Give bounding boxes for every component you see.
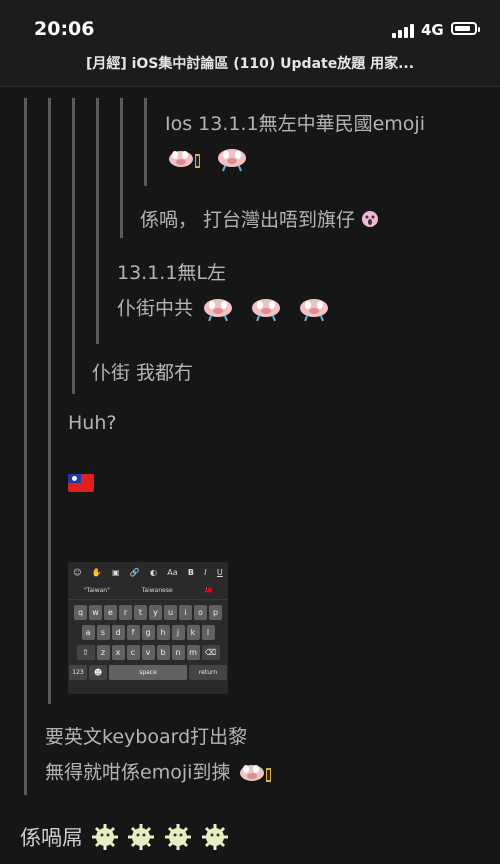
toolbar-icon: U [216, 567, 223, 577]
key: i [179, 605, 192, 620]
key: m [186, 645, 200, 660]
post-text: 仆街中共 [117, 296, 337, 322]
status-bar: 20:06 4G [0, 0, 500, 48]
post-text: 無得就咁係emoji到揀 [45, 760, 278, 786]
key: j [171, 625, 185, 640]
shift-key: ⇧ [76, 645, 95, 660]
post-text-content: 係喎， 打台灣出唔到旗仔 [140, 209, 356, 231]
return-key: return [189, 665, 227, 680]
space-key: space [109, 665, 187, 680]
key: c [126, 645, 140, 660]
toolbar-icon: 🔗 [129, 567, 140, 577]
thread-header[interactable]: [月經] iOS集中討論區 (110) Update放題 用家... [0, 48, 500, 87]
key: x [111, 645, 125, 660]
post-text-content: 係喎屌 [20, 826, 83, 850]
suggestion: Taiwanese [141, 587, 173, 594]
pig-emoji-icon [169, 151, 200, 168]
toolbar-icon: ◐ [150, 567, 158, 577]
quote-line-4 [96, 98, 99, 344]
post-text: Huh? [68, 412, 117, 434]
quote-line-5 [120, 98, 123, 238]
pig-emoji-icon [218, 149, 247, 172]
keyboard-suggestions: "Taiwan" Taiwanese 🇹🇼 [68, 582, 228, 600]
key: z [96, 645, 110, 660]
key: q [74, 605, 87, 620]
post-text: Ios 13.1.1無左中華民國emoji [165, 113, 425, 135]
key: k [186, 625, 200, 640]
pig-emoji-icon [204, 299, 233, 322]
key: d [111, 625, 125, 640]
key: y [149, 605, 162, 620]
key: f [126, 625, 140, 640]
virus-emoji-icon [201, 824, 228, 850]
signal-icon [392, 24, 416, 38]
pig-emoji-icon [240, 765, 272, 782]
key-row-4: 123 ☻ space return [68, 665, 228, 680]
key: e [104, 605, 117, 620]
taiwan-flag-icon [68, 474, 94, 492]
keyboard-toolbar: ☺ ✋ ▣ 🔗 ◐ Aa B I U [68, 562, 228, 582]
network-type: 4G [421, 21, 444, 39]
quote-line-3 [72, 98, 75, 394]
key: w [89, 605, 102, 620]
quote-line-2 [48, 98, 51, 704]
post-text-content: 無得就咁係emoji到揀 [45, 761, 231, 784]
backspace-key: ⌫ [201, 645, 220, 660]
pig-emoji-icon [252, 299, 281, 322]
key: a [81, 625, 95, 640]
post-text: 仆街 我都冇 [92, 362, 194, 384]
key: r [119, 605, 132, 620]
key: o [194, 605, 207, 620]
post-text-content: 仆街中共 [117, 297, 194, 320]
scream-emoji-icon [362, 211, 379, 227]
post-text: 係喎屌 [20, 822, 230, 852]
suggestion: "Taiwan" [83, 587, 110, 594]
toolbar-icon: ✋ [91, 567, 102, 577]
status-time: 20:06 [34, 18, 95, 40]
emoji-key: ☻ [89, 665, 107, 680]
virus-emoji-icon [91, 824, 118, 850]
key: g [141, 625, 155, 640]
quote-line-6 [144, 98, 147, 186]
thread-title[interactable]: [月經] iOS集中討論區 (110) Update放題 用家... [0, 48, 500, 73]
numbers-key: 123 [69, 665, 87, 680]
key-row-1: q w e r t y u i o p [68, 605, 228, 620]
post-text: 13.1.1無L左 [117, 262, 227, 284]
key: u [164, 605, 177, 620]
keyboard-screenshot: ☺ ✋ ▣ 🔗 ◐ Aa B I U "Taiwan" Taiwanese 🇹🇼… [68, 562, 228, 694]
pig-emoji-icon [300, 299, 329, 322]
key: n [171, 645, 185, 660]
emoji-row [165, 146, 255, 172]
toolbar-icon: ☺ [73, 567, 82, 577]
key: s [96, 625, 110, 640]
virus-emoji-icon [165, 824, 192, 850]
toolbar-icon: Aa [167, 567, 178, 577]
virus-emoji-icon [128, 824, 155, 850]
post-text: 要英文keyboard打出黎 [45, 726, 248, 748]
battery-icon [451, 22, 480, 35]
toolbar-icon: B [187, 567, 195, 577]
key-row-2: a s d f g h j k l [68, 625, 228, 640]
quote-line-1 [24, 98, 27, 795]
key: l [201, 625, 215, 640]
suggestion: 🇹🇼 [204, 587, 213, 594]
key: v [141, 645, 155, 660]
toolbar-icon: I [204, 567, 207, 577]
key: t [134, 605, 147, 620]
post-text: 係喎， 打台灣出唔到旗仔 [140, 208, 379, 232]
key: h [156, 625, 170, 640]
key: p [209, 605, 222, 620]
key-row-3: ⇧ z x c v b n m ⌫ [68, 645, 228, 660]
toolbar-icon: ▣ [111, 567, 120, 577]
key: b [156, 645, 170, 660]
